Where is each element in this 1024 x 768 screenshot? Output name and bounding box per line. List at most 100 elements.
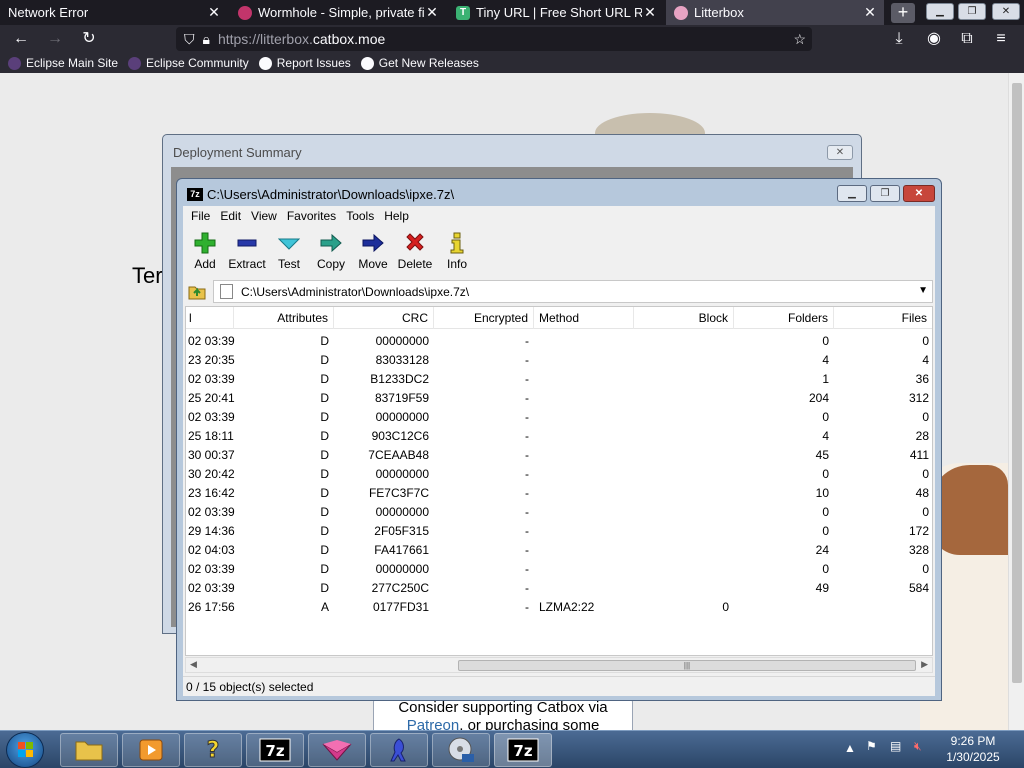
column-header-folders[interactable]: Folders — [734, 307, 834, 329]
column-header-modified[interactable]: l — [186, 307, 234, 329]
move-button[interactable]: Move — [351, 232, 395, 271]
extract-button[interactable]: Extract — [225, 232, 269, 271]
scrollbar-thumb[interactable]: ||| — [458, 660, 916, 671]
close-button[interactable]: ✕ — [903, 185, 935, 202]
flag-icon[interactable]: ⚑ — [866, 739, 877, 753]
menu-view[interactable]: View — [251, 209, 277, 223]
column-header-files[interactable]: Files — [834, 307, 932, 329]
table-row[interactable]: 02 03:39 D 00000000-0 0 — [186, 560, 932, 579]
url-text[interactable]: https://litterbox.catbox.moe — [218, 31, 385, 47]
add-button[interactable]: Add — [183, 232, 227, 271]
close-button[interactable]: ✕ — [827, 145, 853, 160]
clock-time: 9:26 PM — [950, 734, 996, 748]
taskbar-dvd-tool[interactable] — [432, 733, 490, 767]
column-header-block[interactable]: Block — [634, 307, 734, 329]
close-window-button[interactable]: ✕ — [992, 3, 1020, 20]
scroll-left-icon[interactable]: ◀ — [190, 659, 197, 670]
taskbar-7zip-active[interactable]: 7z — [494, 733, 552, 767]
account-icon[interactable]: ◉ — [923, 29, 945, 49]
horizontal-scrollbar[interactable]: ◀ ||| ▶ — [185, 657, 933, 673]
bookmark-get-new-releases[interactable]: Get New Releases — [360, 56, 479, 70]
test-button[interactable]: Test — [267, 232, 311, 271]
taskbar-7zip[interactable]: 7z — [246, 733, 304, 767]
menu-tools[interactable]: Tools — [346, 209, 374, 223]
close-icon[interactable]: ✕ — [862, 4, 878, 21]
cell-files: 0 — [922, 562, 929, 576]
table-row[interactable]: 30 00:37 D 7CEAAB48-45 411 — [186, 446, 932, 465]
taskbar-help[interactable]: ? — [184, 733, 242, 767]
forward-arrow-icon[interactable]: → — [44, 29, 66, 49]
show-hidden-icons-icon[interactable]: ▲ — [844, 741, 856, 755]
support-box: Consider supporting Catbox via Patreon, … — [373, 698, 633, 730]
page-scrollbar[interactable] — [1008, 73, 1024, 730]
maximize-button[interactable]: ❐ — [958, 3, 986, 20]
volume-muted-icon[interactable]: 🔇︎ — [914, 739, 922, 754]
new-tab-button[interactable]: + — [891, 3, 915, 23]
bookmark-star-icon[interactable]: ☆ — [793, 31, 806, 48]
clock[interactable]: 9:26 PM 1/30/2025 — [938, 733, 1008, 765]
url-bar[interactable]: ⛉ 🔒︎ https://litterbox.catbox.moe ☆ — [176, 27, 812, 51]
maximize-button[interactable]: ❐ — [870, 185, 900, 202]
menu-edit[interactable]: Edit — [220, 209, 241, 223]
bookmark-eclipse-main[interactable]: Eclipse Main Site — [8, 56, 118, 70]
shield-icon[interactable]: ⛉ — [184, 31, 195, 48]
downloads-icon[interactable]: ⤓ — [888, 29, 910, 49]
patreon-link[interactable]: Patreon — [407, 717, 460, 730]
bookmark-report-issues[interactable]: Report Issues — [258, 56, 351, 70]
close-icon[interactable]: ✕ — [424, 4, 440, 21]
path-field[interactable]: C:\Users\Administrator\Downloads\ipxe.7z… — [213, 280, 933, 303]
lock-icon[interactable]: 🔒︎ — [203, 31, 210, 48]
table-row[interactable]: 02 04:03 D FA417661-24 328 — [186, 541, 932, 560]
table-row[interactable]: 02 03:39 D B1233DC2-1 36 — [186, 370, 932, 389]
copy-button[interactable]: Copy — [309, 232, 353, 271]
column-header-encrypted[interactable]: Encrypted — [434, 307, 534, 329]
table-row[interactable]: 23 16:42 D FE7C3F7C -10 48 — [186, 484, 932, 503]
table-row[interactable]: 23 20:35 D 83033128-4 4 — [186, 351, 932, 370]
cell-folders: 45 — [815, 448, 829, 462]
tab-label: Wormhole - Simple, private file — [258, 5, 424, 20]
reload-icon[interactable]: ↻ — [78, 29, 100, 49]
table-row[interactable]: 29 14:36 D 2F05F315-0 172 — [186, 522, 932, 541]
info-button[interactable]: Info — [435, 232, 479, 271]
network-icon[interactable]: ▤ — [890, 739, 901, 753]
table-row[interactable]: 25 20:41 D 83719F59-204 312 — [186, 389, 932, 408]
chevron-down-icon[interactable]: ▼ — [918, 285, 928, 296]
taskbar-app-blue[interactable] — [370, 733, 428, 767]
folder-up-icon[interactable] — [187, 282, 207, 300]
table-row[interactable]: 02 03:39 D 00000000-0 0 — [186, 408, 932, 427]
scrollbar-thumb[interactable] — [1012, 83, 1022, 683]
table-row[interactable]: 30 20:42 D 00000000-0 0 — [186, 465, 932, 484]
column-header-method[interactable]: Method — [534, 307, 634, 329]
tab-wormhole[interactable]: Wormhole - Simple, private file ✕ — [230, 0, 446, 25]
back-arrow-icon[interactable]: ← — [10, 29, 32, 49]
scroll-right-icon[interactable]: ▶ — [921, 659, 928, 670]
cell-attributes: D — [320, 429, 329, 443]
taskbar-explorer[interactable] — [60, 733, 118, 767]
menu-favorites[interactable]: Favorites — [287, 209, 336, 223]
table-row[interactable]: 02 03:39 D 277C250C -49 584 — [186, 579, 932, 598]
bookmark-eclipse-community[interactable]: Eclipse Community — [128, 56, 249, 70]
minimize-button[interactable]: ▁ — [837, 185, 867, 202]
file-list[interactable]: l Attributes CRC Encrypted Method Block … — [185, 306, 933, 656]
start-button[interactable] — [6, 732, 44, 768]
column-header-crc[interactable]: CRC — [334, 307, 434, 329]
table-row[interactable]: 25 18:11 D 903C12C6-4 28 — [186, 427, 932, 446]
table-row[interactable]: 02 03:39 D 00000000-0 0 — [186, 503, 932, 522]
menu-file[interactable]: File — [191, 209, 210, 223]
extensions-icon[interactable]: ⧉ — [956, 29, 978, 49]
cell-files: 4 — [922, 353, 929, 367]
taskbar-app-pink[interactable] — [308, 733, 366, 767]
table-row[interactable]: 26 17:56 A 0177FD31- LZMA2:22 0 — [186, 598, 932, 617]
close-icon[interactable]: ✕ — [206, 4, 222, 21]
tab-litterbox[interactable]: Litterbox ✕ — [666, 0, 884, 25]
menu-icon[interactable]: ≡ — [990, 29, 1012, 49]
minimize-button[interactable]: ▁ — [926, 3, 954, 20]
taskbar-media-player[interactable] — [122, 733, 180, 767]
tab-network-error[interactable]: Network Error ✕ — [0, 0, 228, 25]
close-icon[interactable]: ✕ — [642, 4, 658, 21]
table-row[interactable]: 02 03:39 D 00000000-0 0 — [186, 332, 932, 351]
menu-help[interactable]: Help — [384, 209, 409, 223]
tab-tinyurl[interactable]: T Tiny URL | Free Short URL Redi ✕ — [448, 0, 664, 25]
delete-button[interactable]: Delete — [393, 232, 437, 271]
column-header-attributes[interactable]: Attributes — [234, 307, 334, 329]
